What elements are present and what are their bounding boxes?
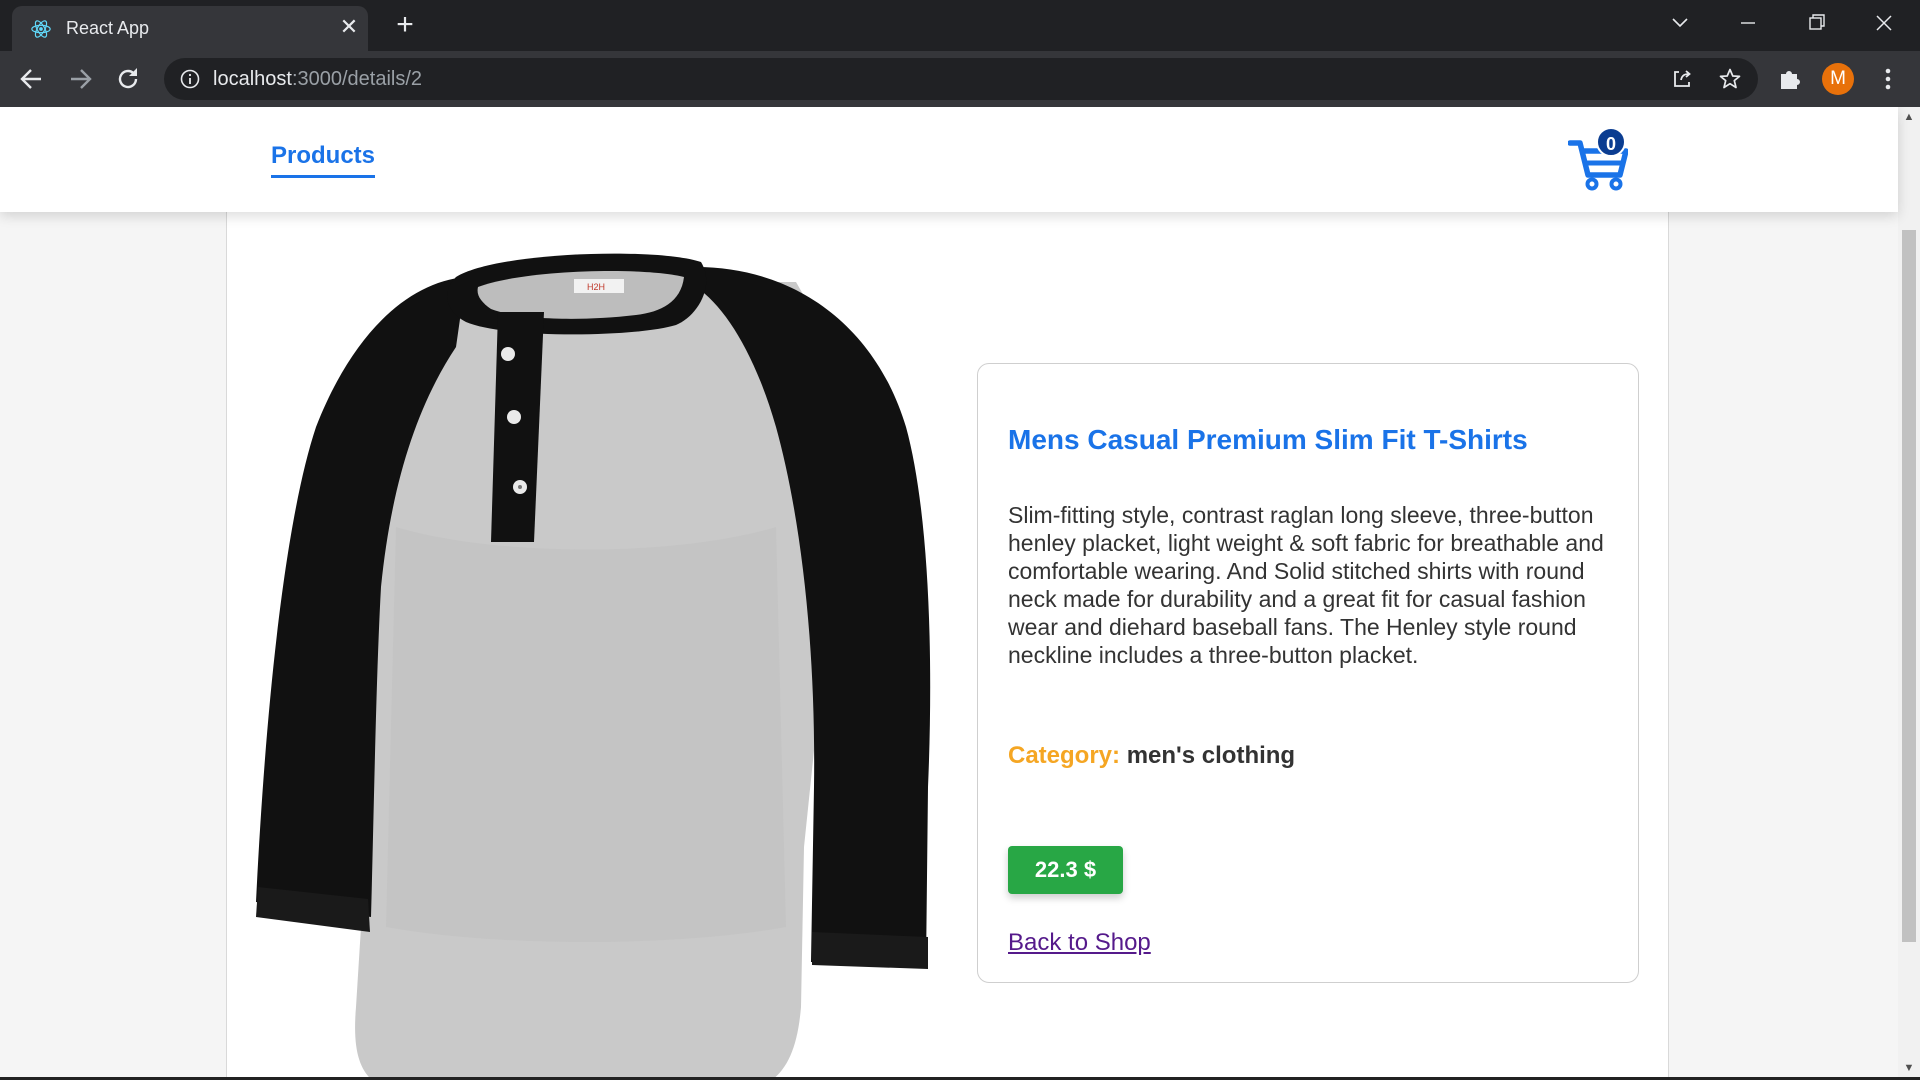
browser-titlebar: React App ✕ + [0,0,1920,51]
share-icon[interactable] [1670,67,1694,91]
scroll-up-arrow-icon[interactable]: ▲ [1903,111,1915,123]
browser-toolbar: localhost:3000/details/2 M [0,51,1920,107]
page-viewport: H2H Mens Casual Premium Slim Fit T-Shirt… [0,107,1920,1080]
url-text[interactable]: localhost:3000/details/2 [213,68,422,91]
product-category: Category: men's clothing [1008,742,1295,770]
scroll-down-arrow-icon[interactable]: ▼ [1903,1062,1915,1074]
reload-icon[interactable] [110,61,146,97]
restore-icon[interactable] [1796,8,1836,38]
tab-search-icon[interactable] [1660,8,1700,38]
site-navbar: Products 0 [0,107,1898,212]
product-details-panel: Mens Casual Premium Slim Fit T-Shirts Sl… [977,363,1639,983]
kebab-menu-icon[interactable] [1874,65,1902,93]
category-label: Category: [1008,742,1121,769]
product-title: Mens Casual Premium Slim Fit T-Shirts [1008,424,1528,455]
extensions-puzzle-icon[interactable] [1776,65,1804,93]
page-scrollbar[interactable]: ▲ ▼ [1898,107,1920,1080]
products-nav-link[interactable]: Products [271,142,376,178]
react-logo-icon [31,20,51,38]
product-image: H2H [256,253,931,1080]
cart-count-badge: 0 [1596,127,1626,157]
new-tab-icon[interactable]: + [390,10,420,41]
tab-close-icon[interactable]: ✕ [336,14,362,40]
svg-text:H2H: H2H [587,282,605,292]
product-description: Slim-fitting style, contrast raglan long… [1008,502,1604,668]
profile-avatar[interactable]: M [1822,63,1854,95]
forward-arrow-icon[interactable] [62,61,98,97]
bookmark-star-icon[interactable] [1718,67,1742,91]
category-value: men's clothing [1126,742,1296,769]
back-arrow-icon[interactable] [14,61,50,97]
close-window-icon[interactable] [1864,8,1904,38]
minimize-icon[interactable] [1728,8,1768,38]
scroll-thumb[interactable] [1902,230,1916,942]
browser-tab[interactable]: React App ✕ [12,6,368,51]
address-bar[interactable]: localhost:3000/details/2 [164,58,1758,100]
price-button[interactable]: 22.3 $ [1008,846,1123,894]
back-to-shop-link[interactable]: Back to Shop [1008,929,1151,957]
tab-title: React App [66,18,150,38]
site-info-icon[interactable] [180,69,200,89]
